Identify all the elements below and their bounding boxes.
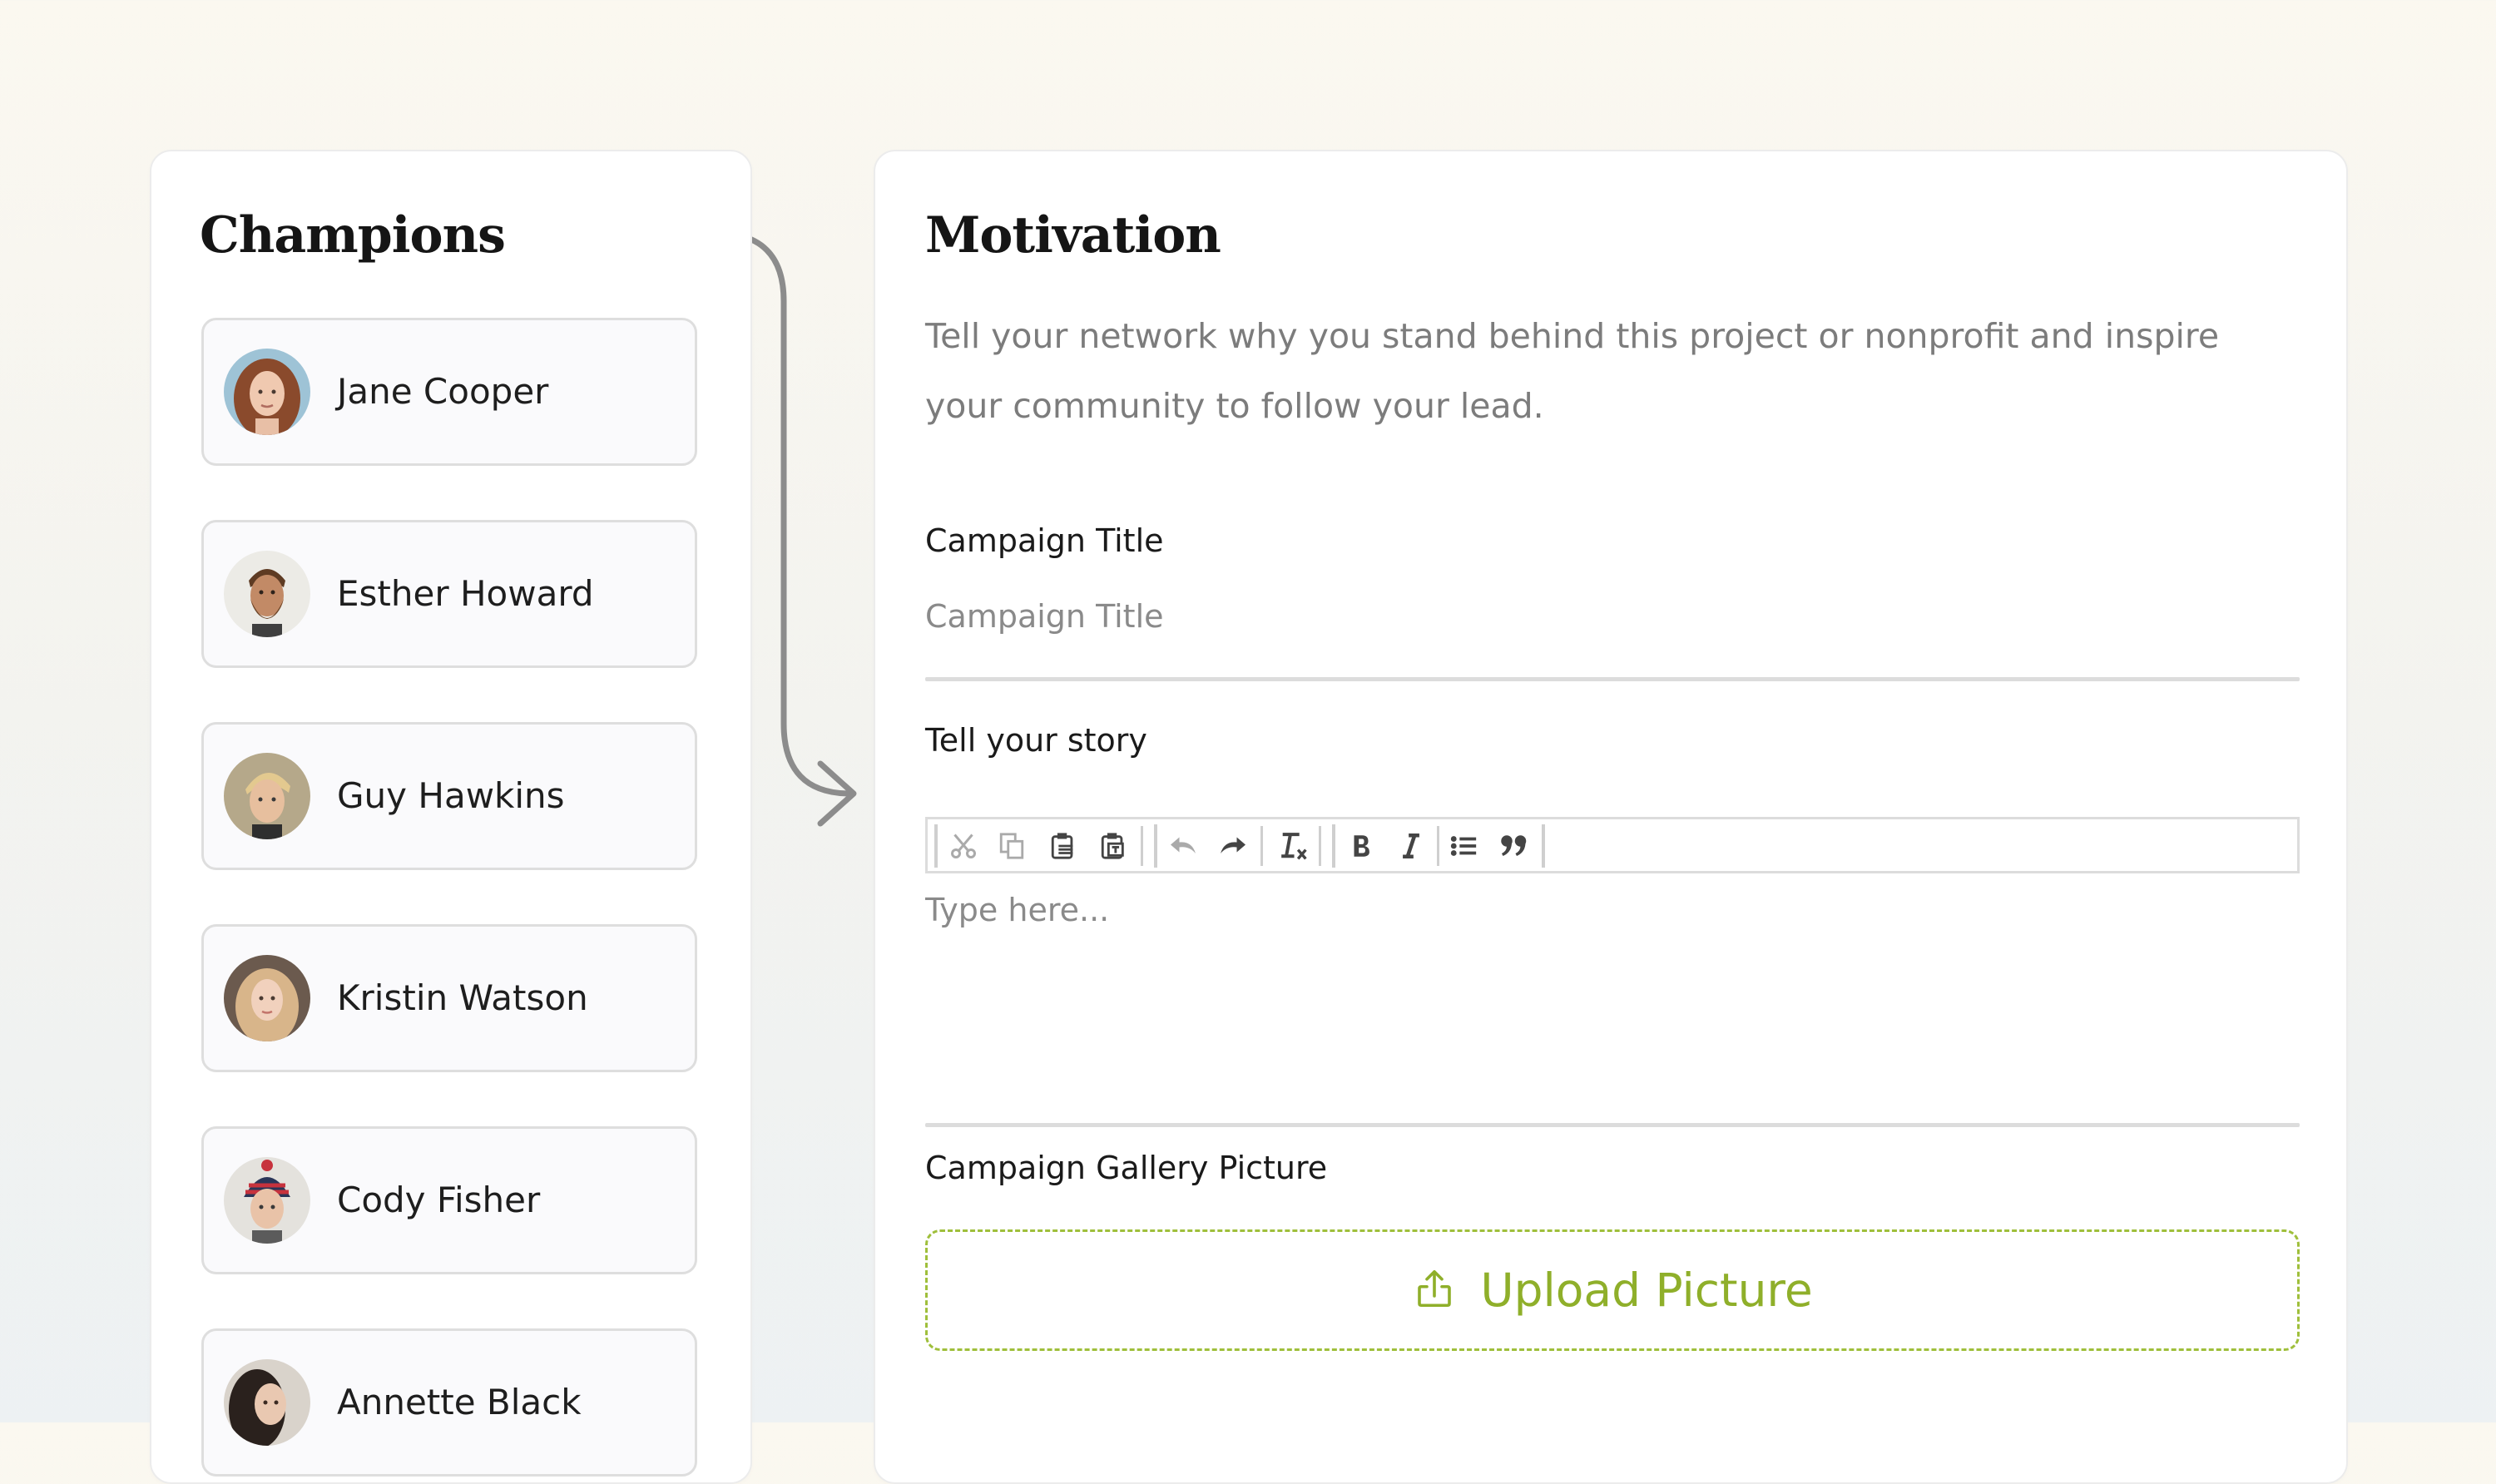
upload-icon — [1412, 1266, 1457, 1314]
champions-title: Champions — [200, 206, 506, 265]
avatar — [224, 955, 310, 1041]
champion-name: Esther Howard — [337, 573, 594, 614]
toolbar-separator — [1319, 826, 1321, 866]
avatar — [224, 551, 310, 637]
toolbar-group-bar — [1332, 824, 1335, 868]
campaign-title-label: Campaign Title — [925, 522, 1164, 559]
copy-icon[interactable] — [993, 828, 1031, 864]
champion-name: Guy Hawkins — [337, 775, 565, 816]
upload-label: Upload Picture — [1480, 1264, 1813, 1317]
editor-toolbar — [925, 817, 2300, 873]
champion-card[interactable]: Annette Black — [201, 1328, 697, 1477]
champion-card[interactable]: Kristin Watson — [201, 924, 697, 1072]
story-label: Tell your story — [925, 722, 1147, 759]
avatar — [224, 753, 310, 839]
paste-icon[interactable] — [1044, 828, 1082, 864]
blockquote-icon[interactable] — [1495, 828, 1533, 864]
toolbar-group-bar — [934, 824, 938, 868]
redo-icon[interactable] — [1214, 828, 1252, 864]
champion-card[interactable]: Esther Howard — [201, 520, 697, 668]
champions-panel: Champions Jane Cooper Esther Howard Guy … — [150, 150, 752, 1484]
avatar — [224, 1359, 310, 1446]
campaign-title-underline — [925, 677, 2300, 681]
champion-name: Annette Black — [337, 1382, 582, 1422]
cut-icon[interactable] — [944, 828, 983, 864]
gallery-label: Campaign Gallery Picture — [925, 1150, 1328, 1186]
champion-name: Jane Cooper — [337, 371, 549, 412]
toolbar-group-bar — [1154, 824, 1157, 868]
italic-icon[interactable] — [1392, 828, 1430, 864]
motivation-title: Motivation — [925, 206, 1221, 265]
bold-icon[interactable] — [1342, 828, 1380, 864]
story-editor[interactable] — [925, 892, 2300, 1066]
motivation-panel: Motivation Tell your network why you sta… — [874, 150, 2348, 1484]
motivation-intro: Tell your network why you stand behind t… — [925, 316, 2220, 426]
toolbar-separator — [1260, 826, 1263, 866]
champion-card[interactable]: Guy Hawkins — [201, 722, 697, 870]
paste-text-icon[interactable] — [1094, 828, 1132, 864]
campaign-title-input[interactable] — [925, 587, 2298, 646]
avatar — [224, 1157, 310, 1244]
bulleted-list-icon[interactable] — [1445, 828, 1483, 864]
toolbar-group-bar — [1542, 824, 1545, 868]
toolbar-separator — [1141, 826, 1143, 866]
champion-card[interactable]: Cody Fisher — [201, 1126, 697, 1274]
story-underline — [925, 1123, 2300, 1127]
champion-name: Kristin Watson — [337, 977, 588, 1018]
toolbar-separator — [1437, 826, 1439, 866]
champion-card[interactable]: Jane Cooper — [201, 318, 697, 466]
avatar — [224, 349, 310, 435]
upload-picture-button[interactable]: Upload Picture — [925, 1229, 2300, 1351]
undo-icon[interactable] — [1164, 828, 1202, 864]
champion-name: Cody Fisher — [337, 1180, 541, 1220]
remove-format-icon[interactable] — [1274, 828, 1312, 864]
